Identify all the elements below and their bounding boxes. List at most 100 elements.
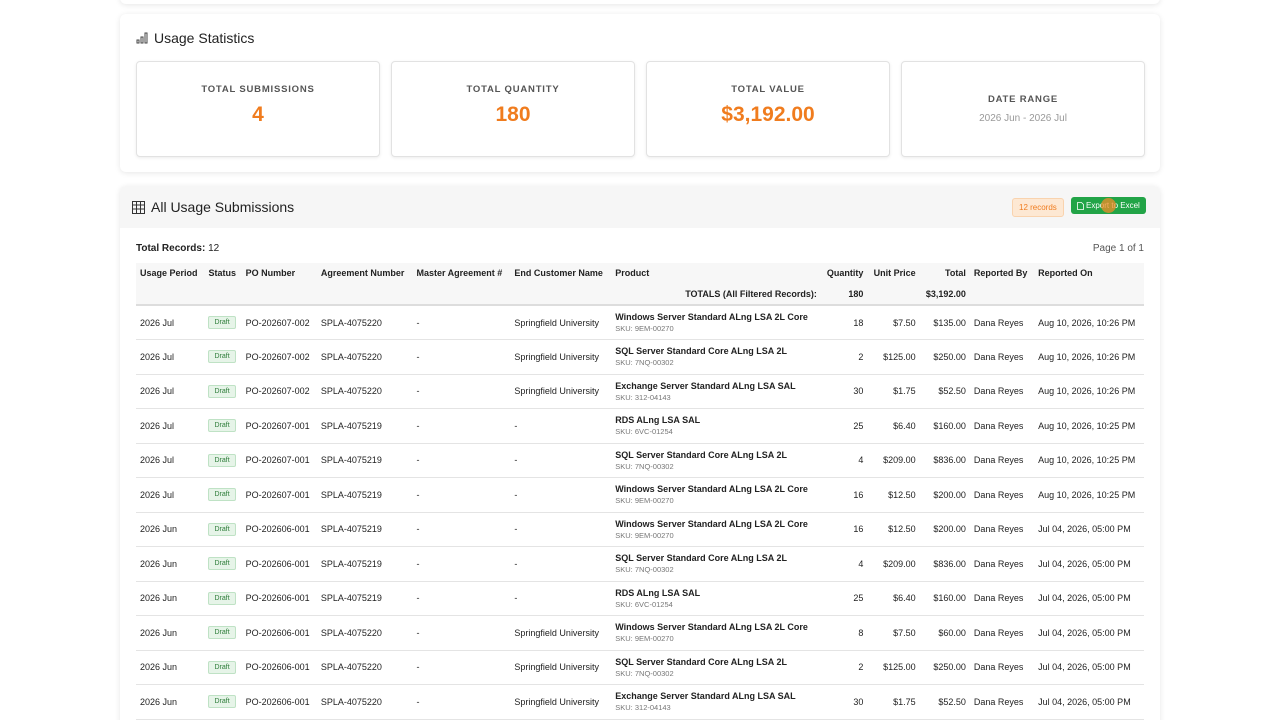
cell-total: $200.00	[919, 477, 970, 513]
cell-reported-on: Jul 04, 2026, 05:00 PM	[1034, 615, 1144, 651]
product-sku: SKU: 6VC-01254	[615, 599, 673, 609]
cell-po-number: PO-202607-001	[241, 477, 317, 513]
cell-po-number: PO-202606-001	[241, 546, 317, 582]
cell-status: Draft	[204, 684, 242, 720]
col-master-agreement[interactable]: Master Agreement #	[412, 263, 511, 283]
table-row[interactable]: 2026 Jul Draft PO-202607-002 SPLA-4075220- S…	[136, 374, 1144, 409]
cell-reported-on: Aug 10, 2026, 10:26 PM	[1034, 374, 1144, 409]
cell-product: RDS ALng LSA SAL SKU: 6VC-01254	[611, 408, 821, 444]
cell-quantity: 25	[820, 581, 868, 616]
col-end-customer[interactable]: End Customer Name	[510, 263, 612, 283]
cell-usage-period: 2026 Jun	[136, 650, 205, 685]
cell-end-customer: Springfield University	[510, 305, 612, 340]
table-row[interactable]: 2026 Jul Draft PO-202607-002 SPLA-4075220- S…	[136, 305, 1144, 340]
cell-master-agreement: -	[412, 443, 511, 478]
cell-reported-by: Dana Reyes	[969, 305, 1035, 340]
col-quantity[interactable]: Quantity	[820, 263, 868, 283]
col-product[interactable]: Product	[611, 263, 821, 283]
cell-po-number: PO-202607-002	[241, 374, 317, 409]
stat-label: DATE RANGE	[987, 94, 1059, 105]
cell-po-number: PO-202606-001	[241, 581, 317, 616]
table-row[interactable]: 2026 Jun Draft PO-202606-001 SPLA-4075220- S…	[136, 684, 1144, 720]
product-sku: SKU: 7NQ-00302	[615, 668, 674, 678]
cell-usage-period: 2026 Jun	[136, 512, 205, 547]
stat-total-submissions: TOTAL SUBMISSIONS 4	[136, 61, 380, 157]
table-row[interactable]: 2026 Jun Draft PO-202606-001 SPLA-4075219- -…	[136, 512, 1144, 547]
product-sku: SKU: 312-04143	[615, 392, 671, 402]
cell-product: Windows Server Standard ALng LSA 2L Core…	[611, 305, 821, 340]
usage-statistics-title: Usage Statistics	[154, 30, 255, 46]
product-sku: SKU: 9EM-00270	[615, 324, 674, 333]
table-row[interactable]: 2026 Jul Draft PO-202607-001 SPLA-4075219- -…	[136, 443, 1144, 478]
table-row[interactable]: 2026 Jun Draft PO-202606-001 SPLA-4075219- -…	[136, 581, 1144, 616]
cell-end-customer: -	[510, 477, 612, 513]
cell-unit-price: $209.00	[867, 443, 920, 478]
stat-label: TOTAL VALUE	[731, 84, 805, 95]
col-po-number[interactable]: PO Number	[241, 263, 317, 283]
table-row[interactable]: 2026 Jun Draft PO-202606-001 SPLA-4075220- S…	[136, 650, 1144, 685]
col-status[interactable]: Status	[204, 263, 242, 283]
cell-po-number: PO-202606-001	[241, 615, 317, 651]
stat-total-value: TOTAL VALUE $3,192.00	[646, 61, 890, 157]
product-sku: SKU: 6VC-01254	[615, 427, 673, 437]
cell-master-agreement: -	[412, 305, 511, 340]
cell-reported-by: Dana Reyes	[969, 339, 1035, 375]
cell-master-agreement: -	[412, 684, 511, 720]
cell-unit-price: $12.50	[867, 477, 920, 513]
totals-empty	[969, 283, 1144, 306]
cell-reported-on: Jul 04, 2026, 05:00 PM	[1034, 650, 1144, 685]
col-reported-on[interactable]: Reported On	[1034, 263, 1144, 283]
cell-quantity: 2	[820, 339, 868, 375]
cell-product: SQL Server Standard Core ALng LSA 2L SKU:…	[611, 339, 821, 375]
cell-product: Windows Server Standard ALng LSA 2L Core…	[611, 512, 821, 547]
cell-status: Draft	[204, 546, 242, 582]
cell-unit-price: $125.00	[867, 650, 920, 685]
cell-quantity: 30	[820, 374, 868, 409]
table-row[interactable]: 2026 Jun Draft PO-202606-001 SPLA-4075220- S…	[136, 615, 1144, 651]
cell-end-customer: -	[510, 512, 612, 547]
col-unit-price[interactable]: Unit Price	[867, 263, 920, 283]
col-usage-period[interactable]: Usage Period	[136, 263, 205, 283]
cell-reported-on: Jul 04, 2026, 05:00 PM	[1034, 512, 1144, 547]
cell-unit-price: $209.00	[867, 546, 920, 582]
cell-status: Draft	[204, 477, 242, 513]
totals-quantity: 180	[820, 283, 868, 306]
cell-unit-price: $125.00	[867, 339, 920, 375]
cell-end-customer: Springfield University	[510, 615, 612, 651]
stat-date-range: DATE RANGE 2026 Jun - 2026 Jul	[901, 61, 1145, 157]
status-badge: Draft	[208, 350, 236, 364]
product-name: RDS ALng LSA SAL	[615, 415, 701, 426]
cell-po-number: PO-202606-001	[241, 650, 317, 685]
table-row[interactable]: 2026 Jul Draft PO-202607-001 SPLA-4075219- -…	[136, 477, 1144, 513]
col-agreement-number[interactable]: Agreement Number	[316, 263, 413, 283]
product-name: Exchange Server Standard ALng LSA SAL	[615, 380, 796, 391]
totals-label: TOTALS (All Filtered Records):	[136, 283, 821, 306]
table-row[interactable]: 2026 Jul Draft PO-202607-002 SPLA-4075220- S…	[136, 339, 1144, 375]
cell-reported-by: Dana Reyes	[969, 546, 1035, 582]
cell-end-customer: -	[510, 581, 612, 616]
cell-unit-price: $1.75	[867, 684, 920, 720]
product-sku: SKU: 7NQ-00302	[615, 461, 674, 471]
total-records-value: 12	[208, 243, 220, 254]
cell-reported-on: Aug 10, 2026, 10:26 PM	[1034, 339, 1144, 375]
previous-card	[120, 0, 1160, 4]
cell-master-agreement: -	[412, 339, 511, 375]
table-row[interactable]: 2026 Jul Draft PO-202607-001 SPLA-4075219- -…	[136, 408, 1144, 444]
product-sku: SKU: 312-04143	[615, 703, 671, 713]
cell-quantity: 30	[820, 684, 868, 720]
product-name: SQL Server Standard Core ALng LSA 2L	[615, 656, 787, 667]
cell-usage-period: 2026 Jun	[136, 581, 205, 616]
table-header-row: Usage Period Status PO Number Agreement …	[136, 263, 1144, 283]
file-icon	[1077, 201, 1084, 210]
cursor-indicator	[1101, 198, 1116, 213]
col-total[interactable]: Total	[919, 263, 970, 283]
cell-total: $250.00	[919, 650, 970, 685]
product-name: Windows Server Standard ALng LSA 2L Core	[615, 312, 808, 322]
cell-master-agreement: -	[412, 615, 511, 651]
cell-quantity: 2	[820, 650, 868, 685]
col-reported-by[interactable]: Reported By	[969, 263, 1035, 283]
cell-master-agreement: -	[412, 477, 511, 513]
stat-value: 4	[252, 103, 264, 126]
table-row[interactable]: 2026 Jun Draft PO-202606-001 SPLA-4075219- -…	[136, 546, 1144, 582]
cell-total: $135.00	[919, 305, 970, 340]
